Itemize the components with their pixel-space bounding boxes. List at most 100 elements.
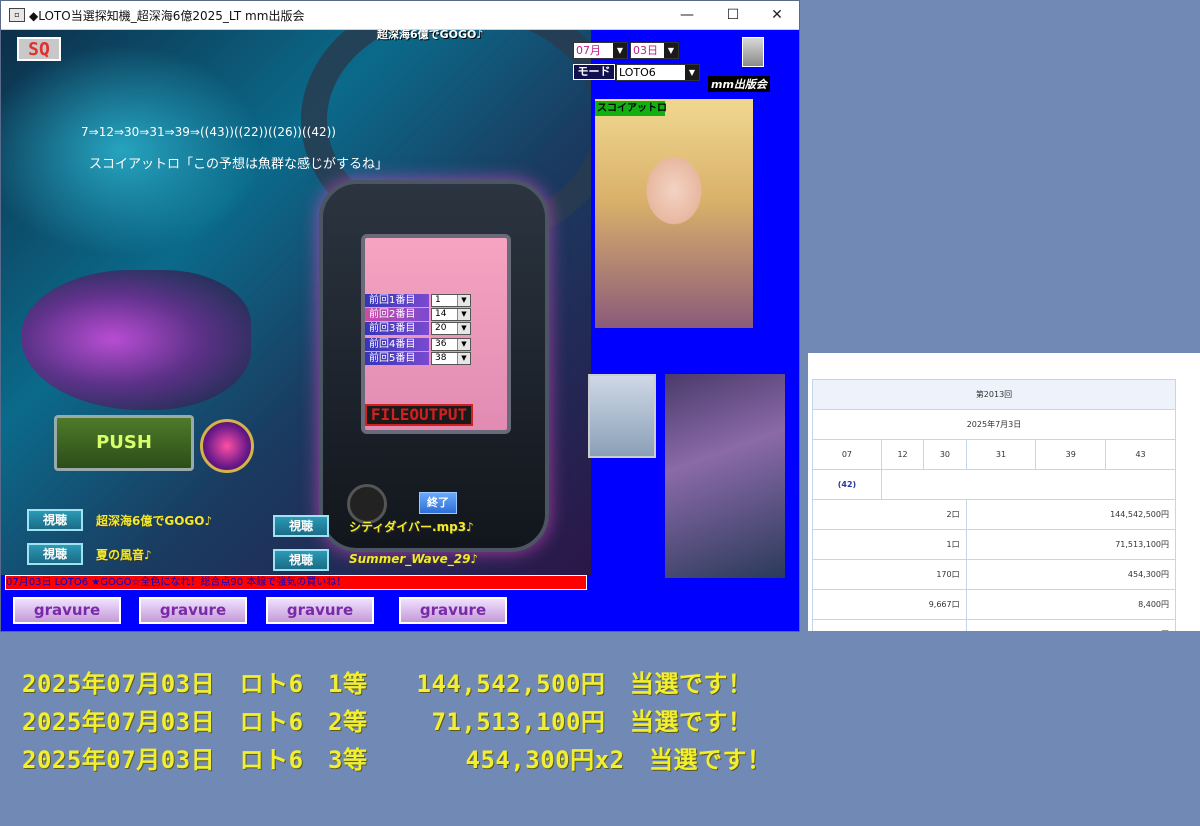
prev-number-row: 前回2番目 14 ▼	[365, 308, 475, 321]
table-row: 159,724口 1,000円	[812, 619, 1177, 631]
table-row: 9,667口 8,400円	[812, 589, 1177, 620]
character-comment: スコイアットロ「この予想は魚群な感じがするね」	[89, 157, 389, 172]
mode-select[interactable]: LOTO6 ▼	[616, 64, 700, 81]
character-portrait	[595, 99, 753, 328]
track-title: Summer_Wave_29♪	[349, 552, 479, 566]
number-cell: 07	[812, 439, 882, 470]
prize-amount: 71,513,100円	[965, 529, 1177, 560]
prev-number-value: 20	[435, 323, 447, 333]
thumbnail-image[interactable]	[665, 374, 785, 578]
prev-number-row: 前回5番目 38 ▼	[365, 352, 475, 365]
empty-cell	[880, 469, 1177, 500]
prev-number-value: 14	[435, 309, 447, 319]
day-value: 03日	[633, 44, 658, 57]
mode-value: LOTO6	[619, 66, 656, 79]
prize-count: 170口	[812, 559, 967, 590]
number-cell: 31	[965, 439, 1037, 470]
listen-button[interactable]: 視聴	[273, 515, 329, 537]
prev-number-select[interactable]: 36 ▼	[431, 338, 471, 351]
date-cell: 2025年7月3日	[812, 409, 1176, 440]
chevron-down-icon[interactable]: ▼	[664, 43, 678, 58]
prize-amount: 454,300円	[965, 559, 1177, 590]
prediction-sequence: 7⇒12⇒30⇒31⇒39⇒((43))((22))((26))((42))	[81, 125, 336, 139]
gravure-button[interactable]: gravure	[13, 597, 121, 624]
win-announcement: 2025年07月03日 ロト6 1等 144,542,500円 当選です！	[22, 670, 753, 698]
number-cell: 43	[1105, 439, 1176, 470]
bonus-cell: (42)	[812, 469, 882, 500]
prize-count: 159,724口	[812, 619, 967, 631]
prev-number-value: 38	[435, 353, 447, 363]
chevron-down-icon[interactable]: ▼	[613, 43, 627, 58]
maximize-button[interactable]: ☐	[711, 1, 755, 29]
track-title: 超深海6億でGOGO♪	[96, 514, 213, 528]
prize-amount: 1,000円	[965, 619, 1177, 631]
mode-label: モード	[573, 64, 615, 80]
top-slogan: 超深海6億でGOGO♪	[377, 28, 484, 41]
minimize-button[interactable]: —	[665, 1, 709, 29]
publisher-label: mm出版会	[708, 76, 770, 92]
round-cell: 第2013回	[812, 379, 1176, 410]
prev-number-select[interactable]: 1 ▼	[431, 294, 471, 307]
listen-button[interactable]: 視聴	[27, 509, 83, 531]
win-announcement: 2025年07月03日 ロト6 2等 71,513,100円 当選です！	[22, 708, 753, 736]
gravure-button[interactable]: gravure	[266, 597, 374, 624]
month-select[interactable]: 07月 ▼	[573, 42, 628, 59]
prev-number-row: 前回3番目 20 ▼	[365, 322, 475, 335]
window-title: ◆LOTO当選探知機_超深海6億2025_LT mm出版会	[29, 9, 305, 23]
gravure-button[interactable]: gravure	[139, 597, 247, 624]
month-value: 07月	[576, 44, 601, 57]
chevron-down-icon[interactable]: ▼	[457, 309, 470, 320]
listen-button[interactable]: 視聴	[27, 543, 83, 565]
ticker-bar: 07月03日 LOTO6 ★GOGO☆全色になれ！総合点90 本線で強気の買いね…	[5, 575, 587, 590]
track-title: シティダイバー.mp3♪	[349, 520, 474, 534]
prev-number-row: 前回1番目 1 ▼	[365, 294, 475, 307]
fileoutput-button[interactable]: FILEOUTPUT	[365, 404, 473, 426]
listen-button[interactable]: 視聴	[273, 549, 329, 571]
chevron-down-icon[interactable]: ▼	[685, 65, 699, 80]
prev-number-row: 前回4番目 36 ▼	[365, 338, 475, 351]
background-artwork	[1, 30, 591, 575]
number-cell: 30	[923, 439, 967, 470]
prize-count: 9,667口	[812, 589, 967, 620]
thumbnail-image[interactable]	[588, 374, 656, 458]
prev-number-select[interactable]: 20 ▼	[431, 322, 471, 335]
avatar[interactable]	[742, 37, 764, 67]
prize-amount: 144,542,500円	[965, 499, 1177, 530]
fish-graphic	[21, 270, 251, 410]
prev-number-value: 36	[435, 339, 447, 349]
app-client-area: SQ 超深海6億でGOGO♪ 7⇒12⇒30⇒31⇒39⇒((43))((22)…	[1, 28, 799, 631]
prev-number-value: 1	[435, 295, 441, 305]
prev-number-label: 前回4番目	[365, 338, 429, 351]
prev-number-label: 前回3番目	[365, 322, 429, 335]
push-button[interactable]: PUSH	[54, 415, 194, 471]
portrait-label: スコイアットロ	[595, 101, 667, 116]
number-cell: 12	[880, 439, 925, 470]
exit-button[interactable]: 終了	[419, 492, 457, 514]
app-icon: ▫	[9, 8, 25, 22]
track-title: 夏の風音♪	[96, 548, 152, 562]
prev-number-select[interactable]: 14 ▼	[431, 308, 471, 321]
number-cell: 39	[1035, 439, 1107, 470]
chevron-down-icon[interactable]: ▼	[457, 323, 470, 334]
prize-count: 2口	[812, 499, 967, 530]
prize-count: 1口	[812, 529, 967, 560]
lucky-disc-button[interactable]	[200, 419, 254, 473]
chevron-down-icon[interactable]: ▼	[457, 339, 470, 350]
day-select[interactable]: 03日 ▼	[630, 42, 679, 59]
prev-number-label: 前回5番目	[365, 352, 429, 365]
chevron-down-icon[interactable]: ▼	[457, 353, 470, 364]
table-row: 1口 71,513,100円	[812, 529, 1177, 560]
chevron-down-icon[interactable]: ▼	[457, 295, 470, 306]
prize-amount: 8,400円	[965, 589, 1177, 620]
results-table: 第2013回 2025年7月3日 07 12 30 31 39 43 (42) …	[812, 379, 1177, 631]
gravure-button[interactable]: gravure	[399, 597, 507, 624]
close-button[interactable]: ✕	[755, 1, 799, 29]
table-row: 170口 454,300円	[812, 559, 1177, 590]
table-row: 2口 144,542,500円	[812, 499, 1177, 530]
prev-number-select[interactable]: 38 ▼	[431, 352, 471, 365]
results-panel: 第2013回 2025年7月3日 07 12 30 31 39 43 (42) …	[808, 353, 1200, 631]
prev-number-label: 前回1番目	[365, 294, 429, 307]
win-announcement: 2025年07月03日 ロト6 3等 454,300円x2 当選です！	[22, 746, 772, 774]
logo-badge: SQ	[17, 37, 61, 61]
prev-number-label: 前回2番目	[365, 308, 429, 321]
